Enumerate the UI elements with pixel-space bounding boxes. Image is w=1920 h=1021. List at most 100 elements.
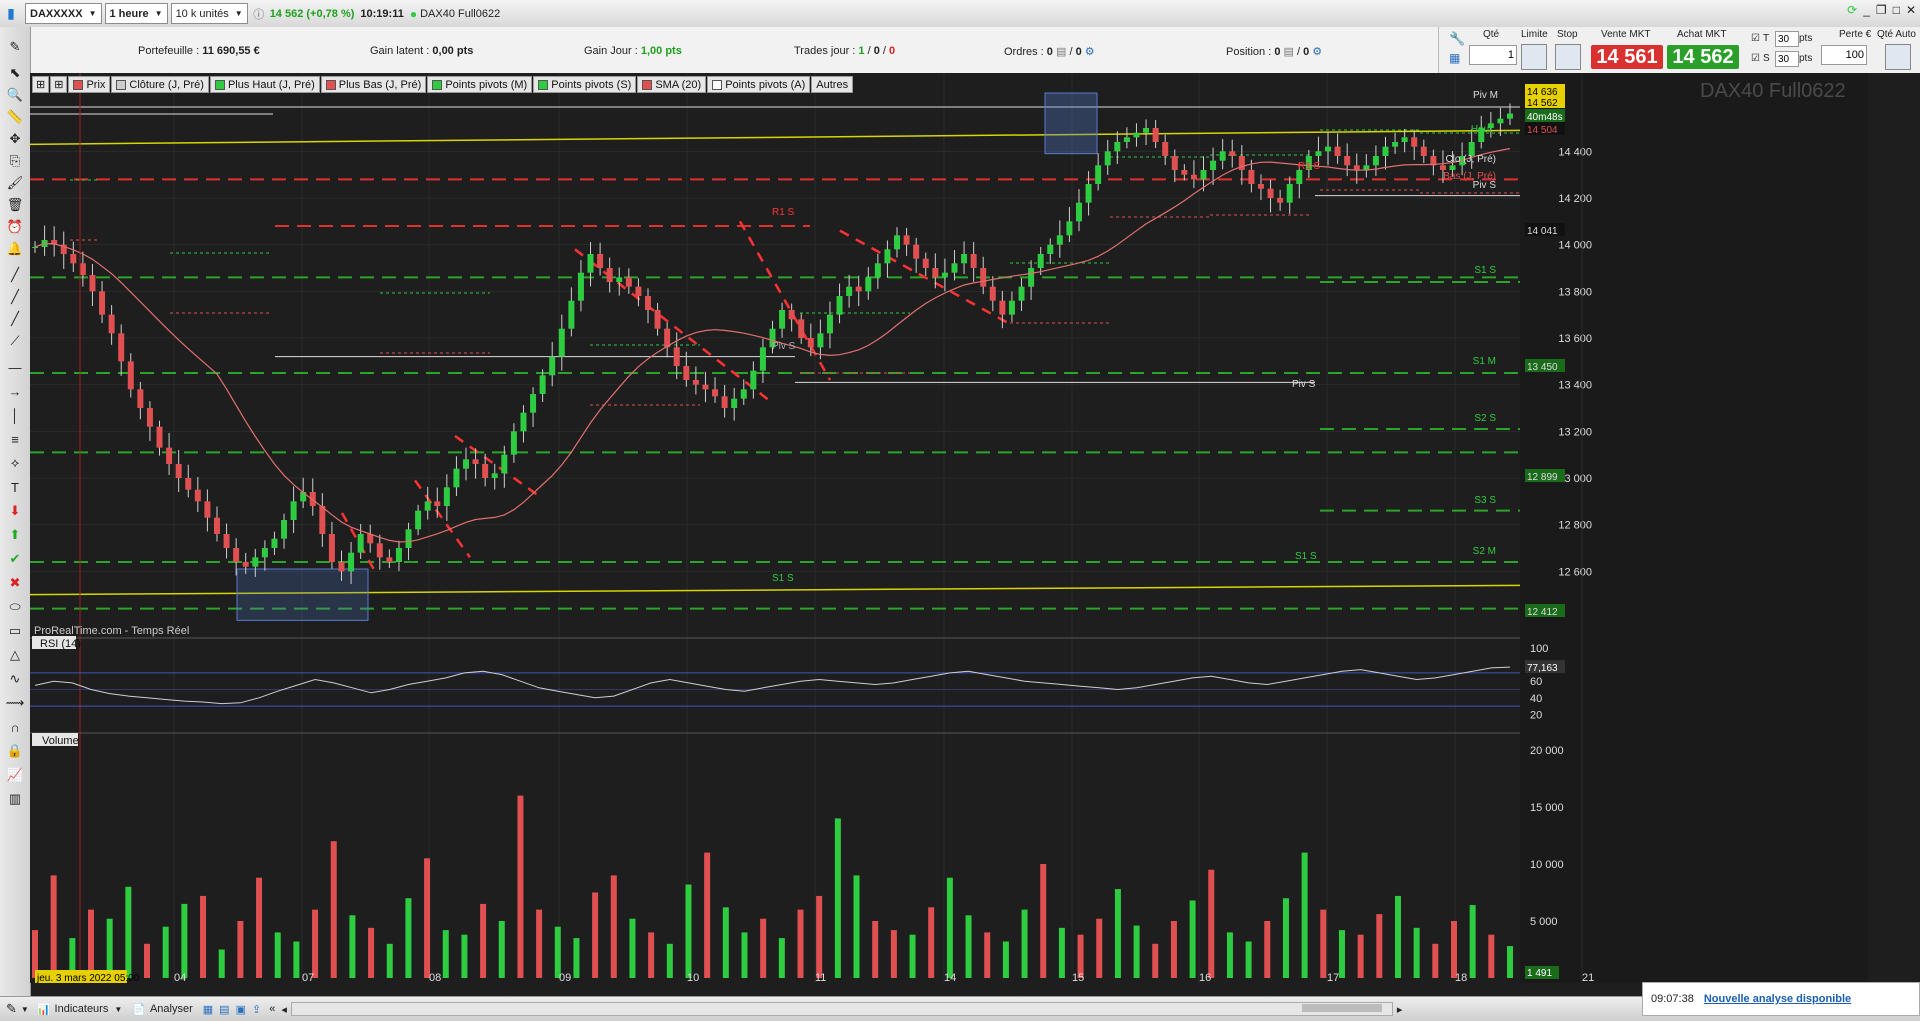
position-list-icon[interactable]: ▤	[1284, 46, 1294, 58]
instrument-select[interactable]: DAXXXXX ▼	[25, 3, 102, 24]
trades-label: Trades jour :	[794, 45, 856, 57]
t-checkbox[interactable]: ☑	[1751, 33, 1760, 44]
chevron-down-icon[interactable]: ▼	[21, 1005, 29, 1014]
fibonacci-icon[interactable]: ≡	[4, 429, 26, 449]
volume-bar	[1002, 941, 1009, 978]
notification-panel[interactable]: 09:07:38 Nouvelle analyse disponible	[1642, 982, 1920, 1016]
indicators-icon[interactable]: 📊	[37, 1003, 51, 1016]
arrow-up-icon[interactable]: ⬆	[4, 525, 26, 545]
copy-icon[interactable]: ⎘	[4, 151, 26, 171]
horizontal-line-icon[interactable]: —	[4, 357, 26, 377]
trash-icon[interactable]: 🗑	[4, 195, 26, 215]
auto-qty-button[interactable]	[1885, 44, 1911, 70]
ruler-icon[interactable]: 📏	[4, 107, 26, 127]
maximize-icon[interactable]: □	[1893, 3, 1900, 17]
chart-icon[interactable]: ▮	[0, 3, 22, 25]
horizontal-scrollbar[interactable]	[290, 1002, 1393, 1016]
units-select[interactable]: 10 k unités ▼	[170, 3, 248, 24]
info-icon[interactable]: ⓘ	[248, 3, 270, 25]
line-icon[interactable]: ╱	[4, 287, 26, 307]
horizontal-ray-icon[interactable]: →	[4, 381, 26, 401]
limit-order-button[interactable]	[1521, 44, 1547, 70]
legend-item-high[interactable]: Plus Haut (J, Pré)	[209, 76, 320, 93]
t-input[interactable]	[1775, 31, 1799, 47]
close-icon[interactable]: ✕	[1906, 3, 1916, 17]
buy-market-button[interactable]: 14 562	[1667, 45, 1739, 69]
legend-item-pivots-a[interactable]: Points pivots (A)	[707, 76, 811, 93]
analyze-icon[interactable]: 📄	[132, 1003, 146, 1016]
candle-body	[118, 333, 125, 362]
magnet-icon[interactable]: ∩	[4, 717, 26, 737]
vertical-line-icon[interactable]: │	[4, 405, 26, 425]
scroll-left-icon[interactable]: ◂	[281, 1003, 287, 1016]
triangle-icon[interactable]: △	[4, 645, 26, 665]
pencil-icon[interactable]: ✎	[6, 1001, 17, 1017]
legend-item-price[interactable]: Prix	[68, 76, 111, 93]
ellipse-icon[interactable]: ⬭	[4, 597, 26, 617]
text-icon[interactable]: T	[4, 477, 26, 497]
legend-item-sma[interactable]: SMA (20)	[637, 76, 707, 93]
cursor-icon[interactable]: ⬉	[4, 63, 26, 83]
collapse-icon[interactable]: ⊞	[32, 76, 50, 93]
timeframe-select[interactable]: 1 heure ▼	[104, 3, 168, 24]
gear-icon[interactable]: ⚙	[1312, 46, 1322, 58]
loss-input[interactable]	[1821, 45, 1867, 65]
legend-item-others[interactable]: Autres	[811, 76, 854, 93]
volume-value-tag: 1 491	[1527, 968, 1552, 979]
trendline-icon[interactable]: ╱	[4, 265, 26, 285]
arrow-down-icon[interactable]: ⬇	[4, 501, 26, 521]
minimize-icon[interactable]: _	[1863, 3, 1870, 17]
s-input[interactable]	[1775, 51, 1799, 67]
orders-list-icon[interactable]: ▤	[1056, 46, 1066, 58]
wrench-icon[interactable]: 🔧	[1449, 31, 1465, 47]
bell-icon[interactable]: 🔔	[4, 239, 26, 259]
legend-item-pivots-s[interactable]: Points pivots (S)	[533, 76, 637, 93]
indicator-icon[interactable]: 📈	[4, 765, 26, 785]
calculator-icon[interactable]: ▦	[1449, 51, 1460, 65]
fan-icon[interactable]: ⟡	[4, 453, 26, 473]
expand-icon[interactable]: ⊞	[50, 76, 68, 93]
refresh-icon[interactable]: ⟳	[1847, 3, 1857, 17]
volume-bar	[424, 858, 431, 978]
zoom-icon[interactable]: 🔍	[4, 85, 26, 105]
red-line-icon[interactable]: ╱	[4, 309, 26, 329]
alarm-icon[interactable]: ⏰	[4, 217, 26, 237]
export-icon[interactable]: ⇪	[252, 1003, 261, 1016]
table-icon[interactable]: ▦	[203, 1003, 213, 1016]
gear-icon[interactable]: ⚙	[1085, 46, 1095, 58]
brush-icon[interactable]: 🖌	[4, 173, 26, 193]
new-analysis-link[interactable]: Nouvelle analyse disponible	[1704, 993, 1851, 1005]
scroll-right-icon[interactable]: ▸	[1397, 1003, 1403, 1016]
chevron-down-icon[interactable]: ▼	[114, 1005, 122, 1014]
list-icon[interactable]: ▤	[219, 1003, 229, 1016]
channel-icon[interactable]: ⟋	[4, 331, 26, 351]
move-icon[interactable]: ✥	[4, 129, 26, 149]
sell-market-button[interactable]: 14 561	[1591, 45, 1663, 69]
rectangle-icon[interactable]: ▭	[4, 621, 26, 641]
price-chart[interactable]: 14 400 14 200 14 000 13 800 13 600 13 400 13 2…	[30, 73, 1868, 983]
layers-icon[interactable]: ▣	[236, 1003, 246, 1016]
volume-bar	[405, 898, 412, 978]
stop-order-button[interactable]	[1555, 44, 1581, 70]
restore-icon[interactable]: ❐	[1876, 3, 1887, 17]
pencil-icon[interactable]: ✎	[4, 37, 26, 57]
analyze-button[interactable]: Analyser	[150, 1003, 193, 1015]
checkmark-icon[interactable]: ✔	[4, 549, 26, 569]
scrollbar-thumb[interactable]	[1301, 1004, 1382, 1012]
regression-icon[interactable]: ⟿	[4, 693, 26, 713]
position-pending: 0	[1303, 46, 1310, 58]
histogram-icon[interactable]: ▥	[4, 789, 26, 809]
s-checkbox[interactable]: ☑	[1751, 53, 1760, 64]
legend-item-low[interactable]: Plus Bas (J, Pré)	[320, 76, 427, 93]
indicators-button[interactable]: Indicateurs	[55, 1003, 109, 1015]
cross-icon[interactable]: ✖	[4, 573, 26, 593]
cycle-icon[interactable]: ∿	[4, 669, 26, 689]
qty-input[interactable]	[1469, 45, 1517, 65]
legend-item-pivots-m[interactable]: Points pivots (M)	[427, 76, 533, 93]
candle-body	[712, 389, 719, 397]
chart-area[interactable]: 14 400 14 200 14 000 13 800 13 600 13 400 13 2…	[30, 73, 1868, 983]
legend-item-close[interactable]: Clôture (J, Pré)	[111, 76, 209, 93]
candle-body	[673, 347, 680, 366]
scroll-left-icon[interactable]: «	[269, 1003, 275, 1015]
lock-icon[interactable]: 🔒	[4, 741, 26, 761]
